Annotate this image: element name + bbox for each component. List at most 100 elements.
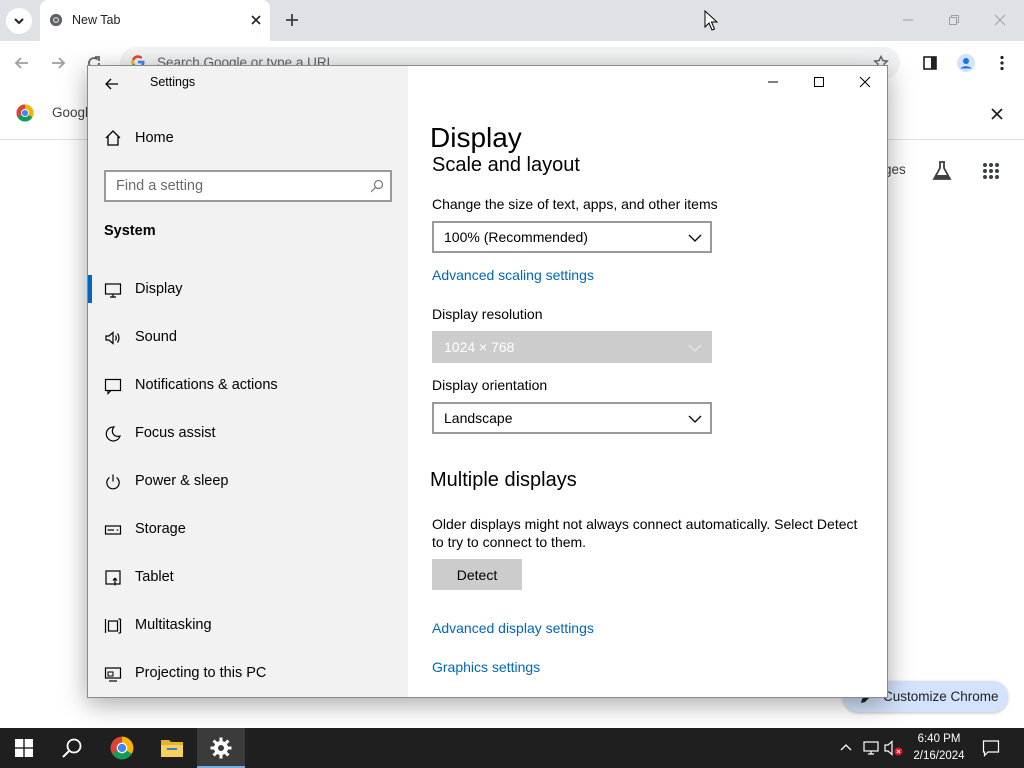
settings-window: Settings Home Find a setting System Disp…: [87, 65, 888, 698]
infobar-text: Googl: [52, 105, 89, 120]
clock-time: 6:40 PM: [917, 733, 961, 745]
chevron-up-icon: [840, 744, 852, 751]
nav-item-label: Storage: [135, 521, 186, 537]
chrome-icon: [110, 736, 134, 760]
profile-button[interactable]: [954, 51, 978, 75]
chrome-menu-button[interactable]: [990, 51, 1014, 75]
network-button[interactable]: [861, 738, 881, 758]
find-setting-search-box[interactable]: Find a setting: [104, 170, 392, 202]
advanced-display-settings-link[interactable]: Advanced display settings: [432, 620, 594, 636]
nav-item-label: Display: [135, 281, 183, 297]
page-title: Display: [430, 120, 532, 156]
chrome-tab-strip: New Tab: [0, 0, 1024, 41]
settings-home-link[interactable]: Home: [88, 126, 408, 152]
nav-item-label: Tablet: [135, 569, 174, 585]
chrome-restore-button[interactable]: [939, 6, 969, 34]
monitor-icon: [104, 283, 122, 298]
file-explorer-icon: [161, 740, 183, 757]
volume-muted-icon: [884, 740, 903, 756]
back-button[interactable]: [10, 51, 34, 75]
home-icon: [105, 130, 121, 146]
nav-item-label: Sound: [135, 329, 177, 345]
tab-search-button[interactable]: [6, 8, 32, 34]
advanced-scaling-link[interactable]: Advanced scaling settings: [432, 267, 594, 283]
close-icon: [991, 108, 1003, 120]
minimize-icon: [768, 81, 778, 83]
infobar-close-button[interactable]: [986, 103, 1008, 125]
tablet-icon: [105, 570, 121, 586]
windows-taskbar: 6:40 PM 2/16/2024: [0, 728, 1024, 768]
home-label: Home: [135, 130, 174, 146]
chrome-logo-icon: [16, 104, 34, 122]
chrome-labs-button[interactable]: [930, 158, 954, 184]
network-icon: [863, 741, 879, 755]
forward-button[interactable]: [46, 51, 70, 75]
minimize-icon: [903, 19, 913, 21]
nav-item-label: Multitasking: [135, 617, 212, 633]
chrome-minimize-button[interactable]: [893, 6, 923, 34]
notification-icon: [104, 378, 122, 395]
power-icon: [106, 474, 120, 490]
settings-minimize-button[interactable]: [750, 66, 796, 98]
maximize-icon: [814, 77, 824, 87]
graphics-settings-link[interactable]: Graphics settings: [432, 659, 540, 675]
nav-item-label: Projecting to this PC: [135, 665, 267, 681]
nav-item-tablet[interactable]: Tablet: [88, 561, 408, 595]
chevron-down-icon: [688, 234, 702, 242]
orientation-dropdown[interactable]: Landscape: [432, 402, 712, 434]
nav-item-storage[interactable]: Storage: [88, 513, 408, 547]
start-icon: [15, 739, 33, 757]
action-center-icon: [982, 740, 1000, 757]
moon-icon: [105, 426, 121, 442]
flask-icon: [932, 161, 952, 180]
google-apps-button[interactable]: [978, 158, 1004, 184]
start-button[interactable]: [0, 728, 48, 768]
nav-item-label: Notifications & actions: [135, 377, 278, 393]
nav-item-multitasking[interactable]: Multitasking: [88, 609, 408, 643]
show-hidden-icons-button[interactable]: [836, 738, 856, 758]
more-vert-icon: [1000, 55, 1004, 71]
restore-icon: [949, 15, 959, 25]
profile-avatar-icon: [957, 54, 975, 72]
taskbar-search-button[interactable]: [48, 728, 96, 768]
nav-item-projecting[interactable]: Projecting to this PC: [88, 657, 408, 691]
side-panel-icon: [923, 56, 937, 70]
side-panel-button[interactable]: [918, 51, 942, 75]
taskbar-clock[interactable]: 6:40 PM 2/16/2024: [904, 731, 974, 765]
settings-window-title: Settings: [150, 75, 196, 89]
search-icon: [62, 738, 82, 758]
chrome-favicon-icon: [49, 13, 63, 27]
settings-maximize-button[interactable]: [796, 66, 842, 98]
mouse-cursor-icon: [704, 10, 718, 31]
taskbar-chrome-button[interactable]: [98, 728, 146, 768]
volume-button[interactable]: [884, 738, 904, 758]
nav-item-power-sleep[interactable]: Power & sleep: [88, 465, 408, 499]
new-tab-button[interactable]: [280, 8, 304, 32]
detect-button[interactable]: Detect: [432, 559, 522, 590]
resolution-dropdown[interactable]: 1024 × 768: [432, 331, 712, 363]
nav-item-notifications[interactable]: Notifications & actions: [88, 369, 408, 403]
orientation-value: Landscape: [444, 410, 513, 426]
resolution-label: Display resolution: [432, 306, 543, 322]
taskbar-settings-button[interactable]: [197, 728, 245, 768]
nav-item-focus-assist[interactable]: Focus assist: [88, 417, 408, 451]
nav-item-display[interactable]: Display: [88, 273, 408, 307]
tab-close-button[interactable]: [247, 11, 265, 29]
scale-label: Change the size of text, apps, and other…: [432, 196, 718, 212]
settings-close-button[interactable]: [842, 66, 887, 98]
settings-back-button[interactable]: [100, 72, 124, 96]
tab-title: New Tab: [72, 13, 121, 27]
find-setting-placeholder: Find a setting: [116, 178, 204, 194]
browser-tab-new-tab[interactable]: New Tab: [40, 0, 270, 41]
scale-dropdown[interactable]: 100% (Recommended): [432, 221, 712, 253]
display-settings-content: Scale and layout Display Change the size…: [408, 66, 887, 697]
multitasking-icon: [104, 618, 122, 634]
settings-gear-icon: [210, 737, 232, 759]
apps-grid-icon: [983, 163, 999, 179]
chrome-close-button[interactable]: [985, 6, 1015, 34]
plus-icon: [286, 14, 298, 26]
taskbar-file-explorer-button[interactable]: [148, 728, 196, 768]
nav-item-sound[interactable]: Sound: [88, 321, 408, 355]
action-center-button[interactable]: [981, 738, 1001, 758]
close-icon: [251, 15, 261, 25]
